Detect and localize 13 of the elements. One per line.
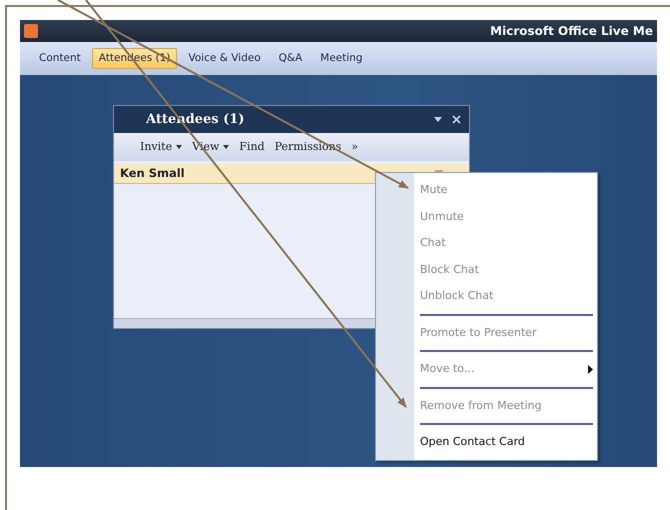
toolbar-button[interactable]: Find [239, 138, 265, 156]
close-icon[interactable] [452, 115, 461, 124]
panel-title: Attendees (1) [146, 110, 244, 129]
window-title: Microsoft Office Live Me [490, 23, 653, 40]
menu-tab[interactable]: Meeting [313, 48, 370, 70]
menu-item[interactable]: Open Contact Card [420, 429, 593, 456]
dropdown-icon[interactable] [434, 117, 442, 122]
app-logo-icon [24, 24, 38, 38]
menu-tab[interactable]: Q&A [272, 48, 310, 70]
toolbar-button[interactable]: Invite [140, 138, 182, 156]
menu-tab[interactable]: Voice & Video [181, 48, 268, 70]
menu-tab[interactable]: Content [32, 48, 88, 70]
toolbar-button[interactable]: » [351, 138, 358, 156]
